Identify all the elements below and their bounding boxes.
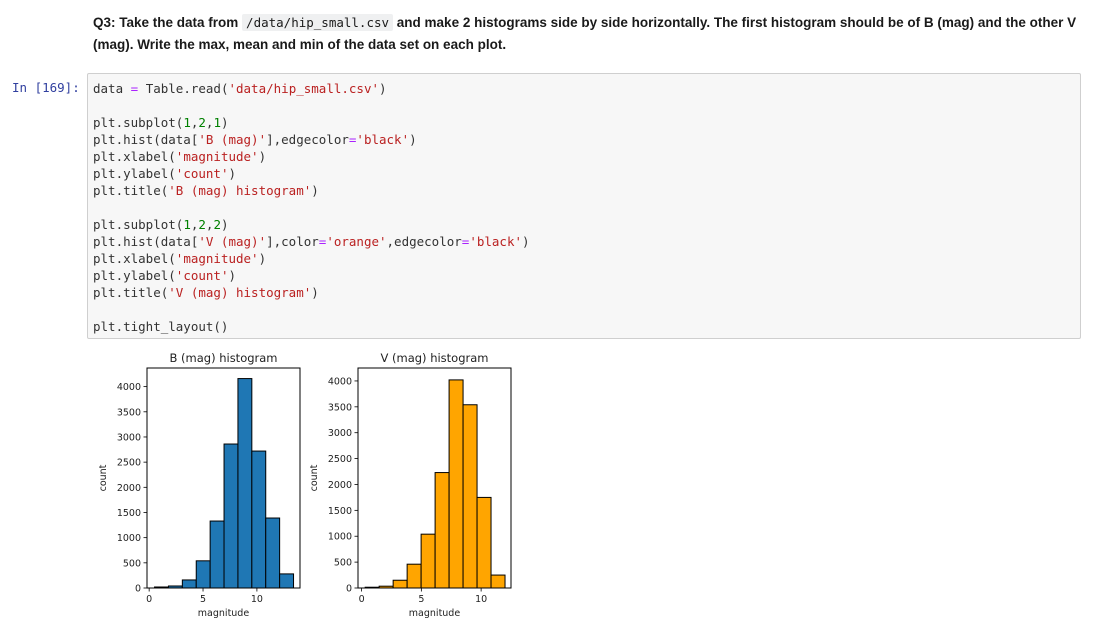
code-line: plt.ylabel('count') [93, 166, 237, 181]
code-line: plt.hist(data['B (mag)'],edgecolor='blac… [93, 132, 417, 147]
b-chart-title: B (mag) histogram [169, 351, 277, 365]
b-y-axis-label: count [98, 464, 109, 491]
v-y-tick-label: 2500 [328, 454, 352, 465]
v-y-tick-label: 0 [346, 584, 352, 595]
v-histogram-bar [490, 574, 506, 589]
code-line: plt.hist(data['V (mag)'],color='orange',… [93, 234, 530, 249]
code-line: plt.ylabel('count') [93, 268, 237, 283]
v-x-tick-label: 5 [418, 594, 424, 605]
code-line: plt.subplot(1,2,1) [93, 115, 229, 130]
v-histogram-bar [476, 496, 492, 589]
code-line: data = Table.read('data/hip_small.csv') [93, 81, 387, 96]
b-y-tick-label: 1000 [117, 533, 141, 544]
b-histogram-bar [265, 517, 281, 589]
question-prefix: Q3: Take the data from [93, 15, 243, 30]
v-histogram-bar [378, 585, 394, 589]
b-x-tick-label: 10 [251, 594, 263, 605]
v-axes-frame [357, 367, 512, 589]
v-y-tick-label: 500 [334, 558, 352, 569]
v-histogram-bar [406, 563, 422, 589]
b-histogram-bar [167, 585, 183, 589]
v-y-tick-label: 1500 [328, 506, 352, 517]
v-histogram-bar [364, 586, 380, 589]
b-histogram-bar [209, 520, 225, 589]
b-histogram-bar [195, 560, 211, 589]
v-y-tick-label: 2000 [328, 480, 352, 491]
b-x-axis-label: magnitude [198, 608, 250, 619]
v-y-tick-label: 4000 [328, 376, 352, 387]
code-line: plt.subplot(1,2,2) [93, 217, 229, 232]
b-y-tick-label: 3000 [117, 432, 141, 443]
code-line: plt.tight_layout() [93, 319, 229, 334]
v-histogram-bar [392, 579, 408, 589]
b-x-tick-label: 5 [200, 594, 206, 605]
v-y-tick-label: 3000 [328, 428, 352, 439]
v-histogram-bar [420, 533, 436, 589]
b-y-tick-label: 2000 [117, 483, 141, 494]
b-y-tick-label: 1500 [117, 508, 141, 519]
b-histogram-bar [237, 378, 253, 589]
v-chart-title: V (mag) histogram [381, 351, 489, 365]
b-histogram-bar [154, 586, 169, 589]
b-y-tick-label: 0 [135, 584, 141, 595]
b-histogram-bar [251, 450, 267, 589]
cell-prompt: In [169]: [12, 80, 80, 95]
v-histogram-bar [448, 379, 464, 589]
v-histogram-bar [462, 404, 478, 589]
b-histogram-bar [223, 443, 239, 589]
v-x-axis-label: magnitude [409, 608, 461, 619]
v-y-tick-label: 3500 [328, 402, 352, 413]
v-x-tick-label: 0 [359, 594, 365, 605]
code-editor[interactable]: data = Table.read('data/hip_small.csv')p… [93, 80, 530, 335]
b-y-tick-label: 500 [123, 558, 141, 569]
b-y-tick-label: 3500 [117, 407, 141, 418]
question-code-path: /data/hip_small.csv [242, 14, 394, 31]
code-line: plt.xlabel('magnitude') [93, 149, 267, 164]
question-text: Q3: Take the data from /data/hip_small.c… [93, 12, 1083, 56]
code-line: plt.title('V (mag) histogram') [93, 285, 319, 300]
b-y-tick-label: 2500 [117, 458, 141, 469]
code-line: plt.title('B (mag) histogram') [93, 183, 319, 198]
v-histogram-bar [434, 472, 450, 589]
code-cell[interactable]: data = Table.read('data/hip_small.csv')p… [87, 73, 1081, 339]
code-line: plt.xlabel('magnitude') [93, 251, 267, 266]
b-histogram-bar [181, 579, 197, 589]
b-y-tick-label: 4000 [117, 382, 141, 393]
v-y-axis-label: count [309, 464, 320, 491]
b-x-tick-label: 0 [146, 594, 152, 605]
v-x-tick-label: 10 [475, 594, 487, 605]
b-histogram-bar [279, 573, 295, 589]
v-y-tick-label: 1000 [328, 532, 352, 543]
b-axes-frame [146, 367, 301, 589]
